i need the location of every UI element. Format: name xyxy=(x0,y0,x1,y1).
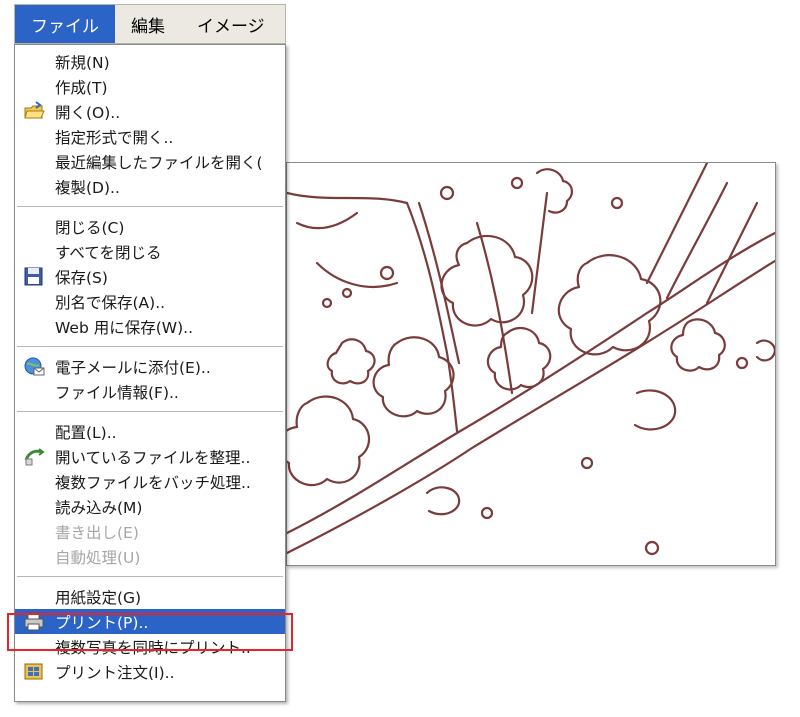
menu-item-new[interactable]: 新規(N) xyxy=(15,49,285,74)
organize-files-icon xyxy=(24,448,45,466)
menu-item-file-info[interactable]: ファイル情報(F).. xyxy=(15,379,285,404)
menu-item-label: 開いているファイルを整理.. xyxy=(55,448,251,467)
menu-item-import[interactable]: 読み込み(M) xyxy=(15,494,285,519)
menu-bar: ファイル 編集 イメージ xyxy=(14,4,286,44)
menu-separator xyxy=(17,411,283,412)
menu-item-place[interactable]: 配置(L).. xyxy=(15,419,285,444)
menu-item-label: 開く(O).. xyxy=(55,103,121,122)
menu-item-create[interactable]: 作成(T) xyxy=(15,74,285,99)
menu-item-label: 配置(L).. xyxy=(55,423,117,442)
menu-item-label: 新規(N) xyxy=(55,53,110,72)
menu-file[interactable]: ファイル xyxy=(15,5,115,43)
menu-item-batch-process[interactable]: 複数ファイルをバッチ処理.. xyxy=(15,469,285,494)
menu-item-label: 自動処理(U) xyxy=(55,548,141,567)
menu-item-close[interactable]: 閉じる(C) xyxy=(15,214,285,239)
menu-item-label: Web 用に保存(W).. xyxy=(55,318,193,337)
menu-item-label: 用紙設定(G) xyxy=(55,588,142,607)
menu-item-duplicate[interactable]: 複製(D).. xyxy=(15,174,285,199)
menu-item-order-prints[interactable]: プリント注文(I).. xyxy=(15,659,285,684)
print-order-icon xyxy=(24,663,43,680)
menu-item-export: 書き出し(E) xyxy=(15,519,285,544)
menu-item-open-as[interactable]: 指定形式で開く.. xyxy=(15,124,285,149)
menu-item-attach-email[interactable]: 電子メールに添付(E).. xyxy=(15,354,285,379)
menu-item-label: ファイル情報(F).. xyxy=(55,383,179,402)
menu-image[interactable]: イメージ xyxy=(181,5,281,43)
menu-item-organize-open-files[interactable]: 開いているファイルを整理.. xyxy=(15,444,285,469)
highlight-box xyxy=(7,613,293,651)
menu-item-close-all[interactable]: すべてを閉じる xyxy=(15,239,285,264)
menu-separator xyxy=(17,206,283,207)
menu-item-label: 作成(T) xyxy=(55,78,108,97)
menu-item-label: 指定形式で開く.. xyxy=(55,128,174,147)
menu-item-label: 電子メールに添付(E).. xyxy=(55,358,211,377)
email-attach-icon xyxy=(24,357,45,376)
screen: ファイル 編集 イメージ 新規(N) 作成(T) 開く(O).. 指定形式で開く… xyxy=(0,0,800,717)
menu-item-automation: 自動処理(U) xyxy=(15,544,285,569)
floppy-disk-icon xyxy=(24,267,43,286)
menu-item-label: 最近編集したファイルを開く( xyxy=(55,153,263,172)
menu-item-label: 閉じる(C) xyxy=(55,218,125,237)
menu-item-label: 保存(S) xyxy=(55,268,108,287)
menu-separator xyxy=(17,576,283,577)
file-menu-dropdown: 新規(N) 作成(T) 開く(O).. 指定形式で開く.. 最近編集したファイル… xyxy=(14,44,286,702)
line-art-image xyxy=(287,163,775,556)
menu-item-save-as[interactable]: 別名で保存(A).. xyxy=(15,289,285,314)
menu-item-label: 読み込み(M) xyxy=(55,498,143,517)
menu-edit[interactable]: 編集 xyxy=(115,5,181,43)
menu-item-label: 複数ファイルをバッチ処理.. xyxy=(55,473,251,492)
menu-separator xyxy=(17,346,283,347)
menu-item-label: すべてを閉じる xyxy=(55,243,162,262)
open-folder-icon xyxy=(24,101,45,119)
menu-item-label: 書き出し(E) xyxy=(55,523,139,542)
menu-item-save-for-web[interactable]: Web 用に保存(W).. xyxy=(15,314,285,339)
menu-item-page-setup[interactable]: 用紙設定(G) xyxy=(15,584,285,609)
menu-item-open-recent[interactable]: 最近編集したファイルを開く( xyxy=(15,149,285,174)
menu-item-save[interactable]: 保存(S) xyxy=(15,264,285,289)
menu-item-open[interactable]: 開く(O).. xyxy=(15,99,285,124)
menu-item-label: プリント注文(I).. xyxy=(55,663,175,682)
image-canvas[interactable] xyxy=(286,162,776,566)
menu-item-label: 複製(D).. xyxy=(55,178,120,197)
menu-item-label: 別名で保存(A).. xyxy=(55,293,166,312)
